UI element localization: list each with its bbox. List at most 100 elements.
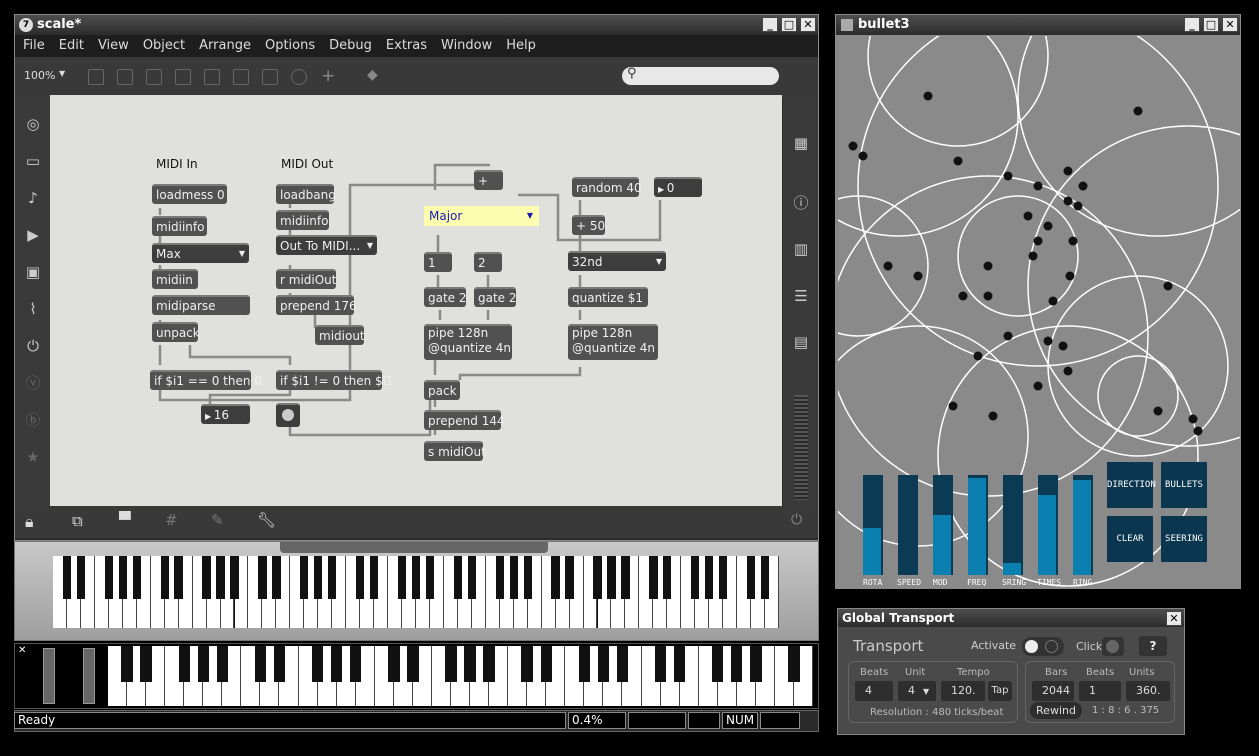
piano-black-key[interactable] [750,646,762,682]
menu-options[interactable]: Options [265,35,315,57]
wrench-icon[interactable]: 🔧︎ [257,511,276,529]
piano-black-key[interactable] [483,646,495,682]
click-toggle[interactable] [1102,637,1124,656]
image-icon[interactable]: ▣ [24,263,42,281]
slider-ring[interactable] [1073,475,1093,575]
gate-object-2[interactable]: gate 2 [474,287,517,307]
piano-black-key[interactable] [330,646,343,682]
unit-select[interactable]: 4 ▼ [898,681,936,701]
random-object[interactable]: random 40 [572,177,642,197]
piano-black-key[interactable] [311,646,324,682]
piano-black-key[interactable] [314,556,323,600]
toolbar-icon-8[interactable] [291,69,307,85]
scale-menu[interactable]: Major ▼ [424,206,539,226]
piano-black-key[interactable] [178,646,190,682]
piano-black-key[interactable] [649,556,658,600]
piano-black-key[interactable] [411,556,421,600]
piano-black-key[interactable] [254,646,267,682]
piano-black-key[interactable] [445,646,457,682]
power-icon[interactable]: ⏻ [791,512,802,528]
if-not-equals-object[interactable]: if $i1 != 0 then $i1 [276,370,394,390]
help-button[interactable]: ? [1139,636,1167,656]
clear-button[interactable]: CLEAR [1107,516,1153,562]
list-icon[interactable]: ☰ [792,287,810,305]
slider-mod[interactable] [933,475,953,575]
bullets-button[interactable]: BULLETS [1161,462,1207,508]
lock-icon[interactable]: 🔒︎ [25,512,34,532]
piano-black-key[interactable] [425,556,435,600]
pitch-wheel[interactable] [43,648,55,704]
piano-black-key[interactable] [467,556,477,600]
piano-black-key[interactable] [272,556,281,600]
piano-black-key[interactable] [369,556,379,600]
piano-black-key[interactable] [673,646,686,682]
piano-keyboard-large[interactable] [53,556,779,628]
presentation-icon[interactable]: ▭ [24,152,42,170]
toolbar-icon-3[interactable] [146,69,162,85]
piano-black-key[interactable] [230,556,239,600]
piano-black-key[interactable] [621,556,630,600]
piano-black-key[interactable] [453,556,463,600]
loadbang-object[interactable]: loadbang [276,184,336,204]
message-2[interactable]: 2 [474,252,502,272]
toolbar-icon-6[interactable] [233,69,249,85]
toolbar-icon-7[interactable] [262,69,278,85]
quantize-message[interactable]: quantize $1 [568,287,648,307]
beats-field[interactable]: 4 [855,681,893,701]
windows-icon[interactable]: ⧉ [72,512,83,530]
note-value-menu[interactable]: 32nd ▼ [568,251,666,271]
piano-black-key[interactable] [216,556,225,600]
toolbar-icon-5[interactable] [204,69,220,85]
rewind-button[interactable]: Rewind [1030,702,1082,719]
bars-field[interactable]: 2044 [1032,681,1074,701]
book-icon[interactable]: ▥ [792,240,810,258]
piano-black-key[interactable] [300,556,309,600]
piano-black-key[interactable] [760,556,770,600]
piano-black-key[interactable] [705,556,714,600]
piano-black-key[interactable] [746,556,756,600]
minimize-button[interactable]: _ [1184,17,1200,32]
piano-black-key[interactable] [258,556,267,600]
piano-black-key[interactable] [718,556,728,600]
toolbar-icon-4[interactable] [175,69,191,85]
prepend-144-object[interactable]: prepend 144 [424,410,505,430]
piano-black-key[interactable] [607,556,616,600]
piano-black-key[interactable] [121,646,133,682]
search-input[interactable] [622,67,779,85]
slider-freq[interactable] [968,475,988,575]
piano-black-key[interactable] [174,556,183,600]
piano-black-key[interactable] [197,646,209,682]
piano-black-key[interactable] [273,646,286,682]
piano-black-key[interactable] [407,646,419,682]
piano-black-key[interactable] [328,556,337,600]
v-icon[interactable]: ⓥ [24,374,42,392]
plug-icon[interactable]: ⏻ [24,337,42,355]
tap-button[interactable]: Tap [988,681,1012,701]
menu-debug[interactable]: Debug [329,35,372,57]
patcher-canvas[interactable]: MIDI In MIDI Out loadmess 0 midiinfo Max… [50,95,782,506]
piano-black-key[interactable] [62,556,72,600]
piano-black-key[interactable] [104,556,114,600]
piano-black-key[interactable] [565,556,574,600]
loadmess-object[interactable]: loadmess 0 [152,184,227,204]
mod-wheel[interactable] [83,648,95,704]
transport-title-bar[interactable]: Global Transport [838,609,1184,627]
minimize-button[interactable]: _ [762,17,778,32]
paperclip-icon[interactable]: ⌇ [24,300,42,318]
number-box-0[interactable]: ▶ 0 [654,177,702,197]
close-icon[interactable]: ✕ [18,645,26,656]
info-icon[interactable]: ⓘ [792,194,810,212]
piano-black-key[interactable] [663,556,672,600]
toolbar-icon-1[interactable] [88,69,104,85]
b-icon[interactable]: ⓑ [24,411,42,429]
close-button[interactable]: ✕ [1222,17,1238,32]
unpack-object[interactable]: unpack [152,322,200,342]
piano-black-key[interactable] [691,556,700,600]
menu-arrange[interactable]: Arrange [199,35,251,57]
grid-toggle-icon[interactable]: # [165,511,178,529]
piano-black-key[interactable] [464,646,476,682]
piano-black-key[interactable] [540,646,552,682]
piano-black-key[interactable] [397,556,407,600]
if-equals-object[interactable]: if $i1 == 0 then 0 [150,370,262,390]
piano-black-key[interactable] [216,646,229,682]
